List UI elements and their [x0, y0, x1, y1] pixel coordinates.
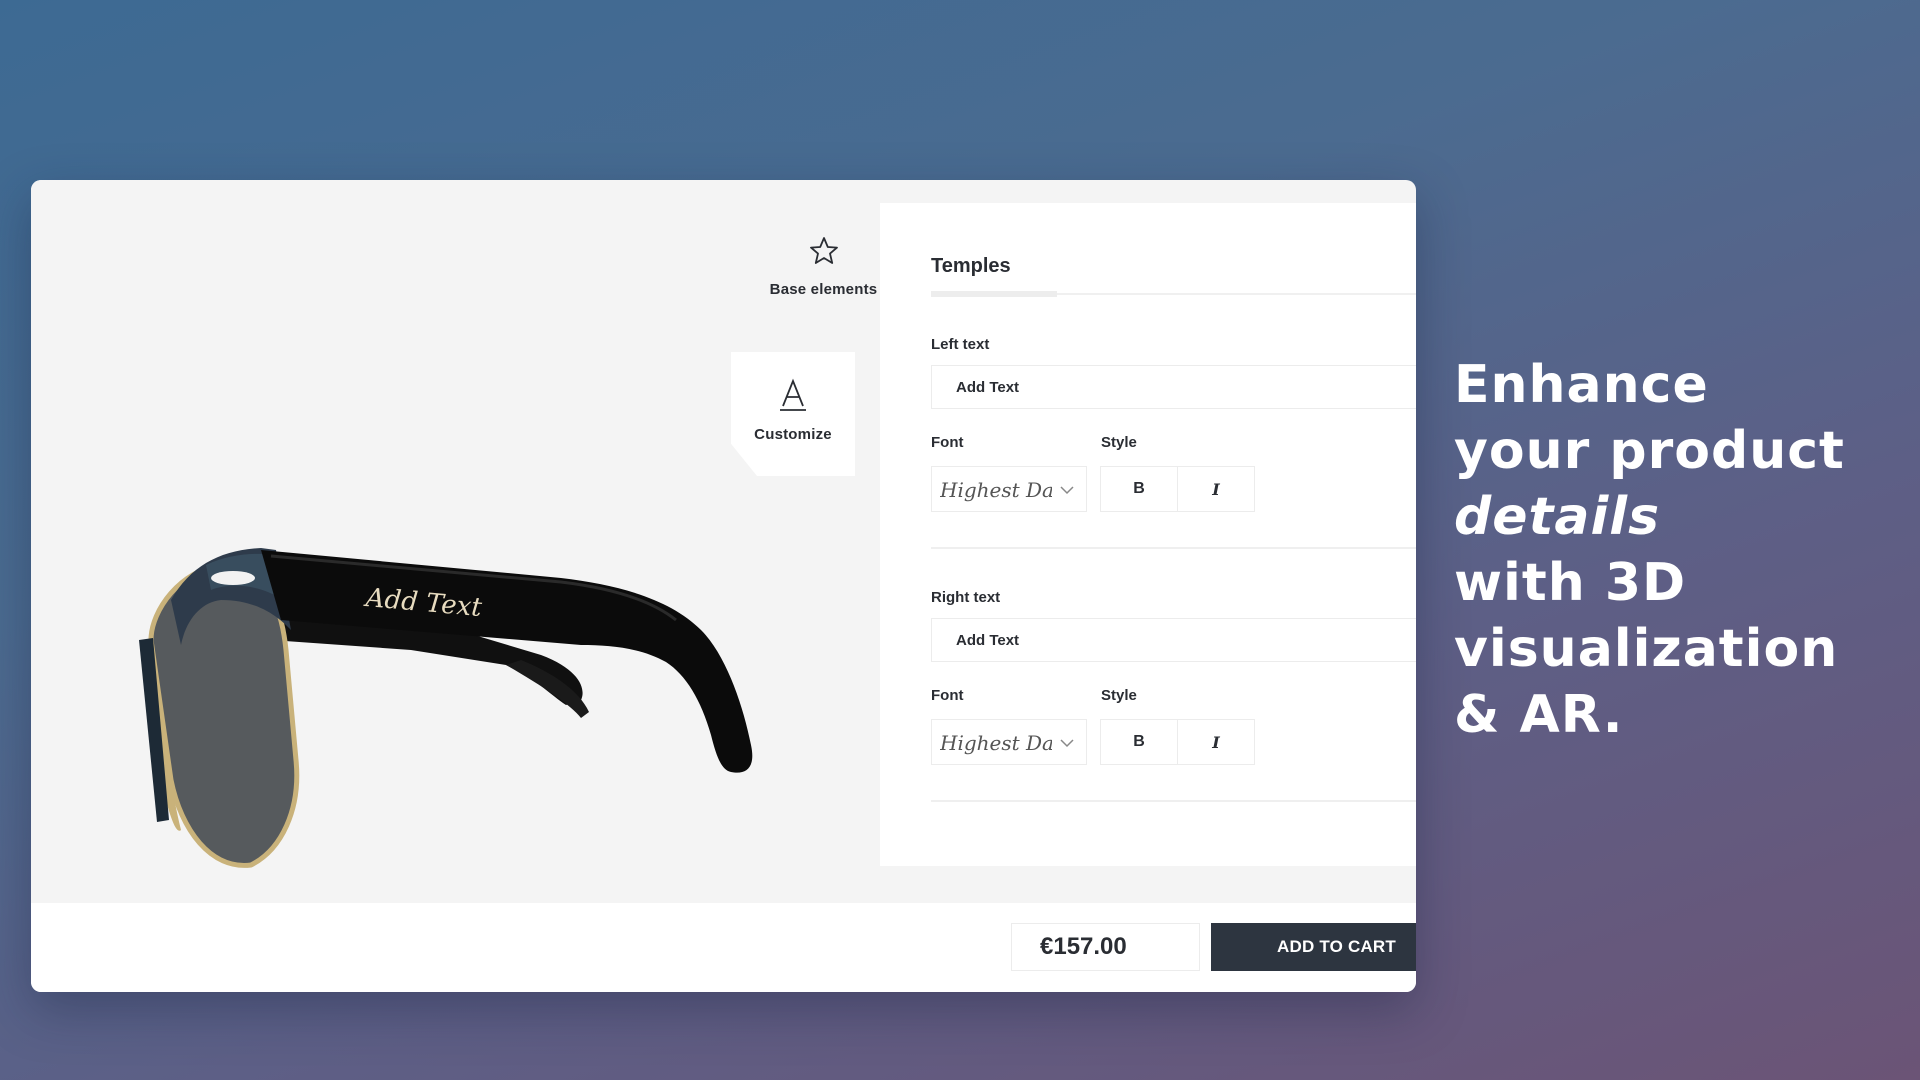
sunglasses-model[interactable]: Add Text — [111, 450, 891, 950]
add-to-cart-button[interactable]: ADD TO CART — [1211, 923, 1416, 971]
headline-line-1: Enhance — [1454, 355, 1709, 415]
tab-underline — [931, 291, 1416, 297]
star-icon — [809, 237, 838, 264]
configurator-card: Add Text Base elements Customize Temples… — [31, 180, 1416, 992]
right-font-label: Font — [931, 687, 964, 704]
left-style-label: Style — [1101, 434, 1137, 451]
panel-title[interactable]: Temples — [931, 255, 1011, 278]
left-font-label: Font — [931, 434, 964, 451]
section-divider — [931, 800, 1416, 802]
right-style-group: B I — [1100, 719, 1255, 765]
section-divider — [931, 547, 1416, 549]
right-text-input[interactable] — [931, 618, 1416, 662]
left-italic-button[interactable]: I — [1177, 467, 1254, 511]
chevron-down-icon — [1060, 486, 1074, 495]
headline-line-6: & AR. — [1454, 685, 1624, 745]
headline-line-5: visualization — [1454, 619, 1839, 679]
right-font-value: Highest Daf — [940, 731, 1052, 755]
letter-a-icon — [780, 378, 806, 411]
headline-line-3: details — [1454, 487, 1661, 547]
left-text-input[interactable] — [931, 365, 1416, 409]
left-font-value: Highest Daf — [940, 478, 1052, 502]
right-font-select[interactable]: Highest Daf — [931, 719, 1087, 765]
right-italic-button[interactable]: I — [1177, 720, 1254, 764]
headline-line-4: with 3D — [1454, 553, 1687, 613]
price-display: €157.00 — [1011, 923, 1200, 971]
right-style-label: Style — [1101, 687, 1137, 704]
customize-label: Customize — [754, 426, 832, 443]
marketing-headline: Enhance your product details with 3D vis… — [1454, 352, 1894, 748]
active-tab-indicator — [931, 291, 1057, 297]
left-bold-button[interactable]: B — [1101, 467, 1177, 511]
left-font-select[interactable]: Highest Daf — [931, 466, 1087, 512]
chevron-down-icon — [1060, 739, 1074, 748]
sunglasses-svg: Add Text — [139, 548, 753, 868]
left-text-label: Left text — [931, 336, 990, 353]
left-style-group: B I — [1100, 466, 1255, 512]
right-text-label: Right text — [931, 589, 1001, 606]
right-bold-button[interactable]: B — [1101, 720, 1177, 764]
headline-line-2: your product — [1454, 421, 1845, 481]
purchase-bar: €157.00 ADD TO CART — [31, 903, 1416, 992]
customize-tool[interactable]: Customize — [731, 352, 855, 476]
customization-panel: Temples Left text Font Style Highest Daf… — [880, 203, 1416, 866]
